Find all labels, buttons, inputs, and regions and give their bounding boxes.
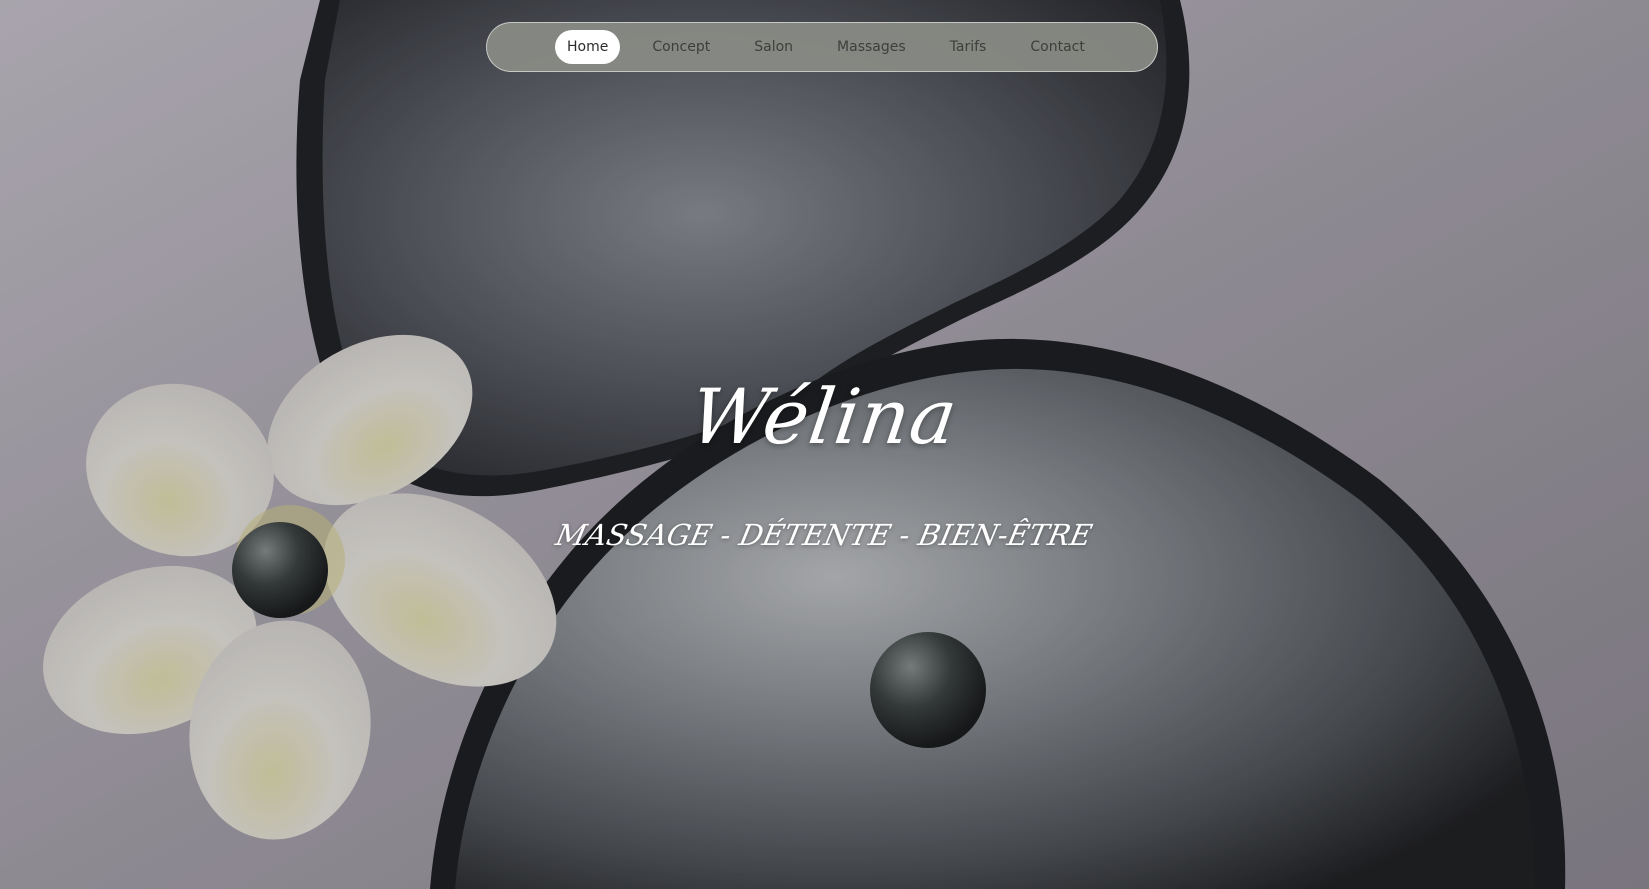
hero-tagline: MASSAGE - DÉTENTE - BIEN-ÊTRE [552, 518, 1096, 552]
nav-item-home[interactable]: Home [555, 30, 621, 64]
nav-item-contact[interactable]: Contact [1018, 30, 1096, 64]
nav-item-tarifs[interactable]: Tarifs [938, 30, 999, 64]
page: Home Concept Salon Massages Tarifs Conta… [0, 0, 1649, 889]
nav-item-massages[interactable]: Massages [825, 30, 918, 64]
site-title: Wélina [684, 372, 964, 461]
main-navigation: Home Concept Salon Massages Tarifs Conta… [486, 22, 1158, 72]
nav-item-salon[interactable]: Salon [742, 30, 805, 64]
nav-item-concept[interactable]: Concept [640, 30, 722, 64]
